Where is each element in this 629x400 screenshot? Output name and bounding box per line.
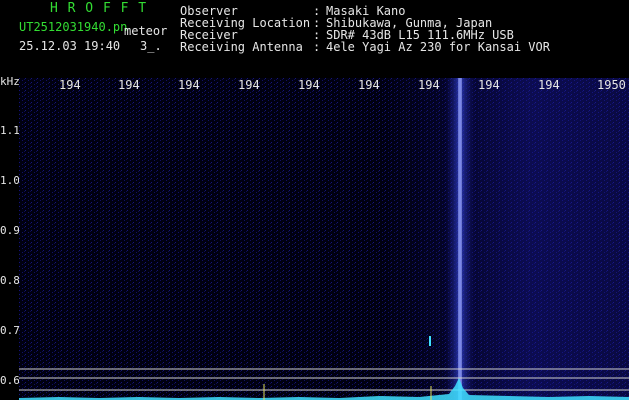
signal-core [458,78,462,400]
x-tick-label: 194 [298,79,320,91]
extra-value: 3_. [140,39,162,53]
date-time: 25.12.03 19:40 [19,39,121,53]
antenna-sep: : [313,40,321,54]
header-panel: H R O F F T UT2512031940.pn meteor 25.12… [0,0,629,78]
x-tick-label: 194 [59,79,81,91]
mode-label: meteor [124,24,168,38]
x-tick-label: 194 [538,79,560,91]
x-tick-label: 194 [478,79,500,91]
x-tick-label: 194 [238,79,260,91]
antenna-value: 4ele Yagi Az 230 for Kansai VOR [326,40,550,54]
y-tick-label: 0.7 [0,324,20,337]
y-tick-label: 0.6 [0,374,20,387]
program-title: H R O F F T [50,1,148,16]
y-tick-label: 0.9 [0,224,20,237]
y-tick-label: 1.1 [0,124,20,137]
x-tick-label: 194 [418,79,440,91]
frequency-axis: kHz 1.1 1.0 0.9 0.8 0.7 0.6 [0,75,20,400]
y-tick-label: 0.8 [0,274,20,287]
y-unit-label: kHz [0,75,20,88]
x-tick-label: 194 [118,79,140,91]
y-tick-label: 1.0 [0,174,20,187]
x-tick-label: 1950 [597,79,626,91]
file-name: UT2512031940.pn [19,20,128,34]
noise-drift-region [379,78,629,400]
antenna-key: Receiving Antenna [180,40,303,54]
spectrogram [19,78,629,400]
x-tick-label: 194 [178,79,200,91]
meteor-echo [429,336,431,346]
x-tick-label: 194 [358,79,380,91]
